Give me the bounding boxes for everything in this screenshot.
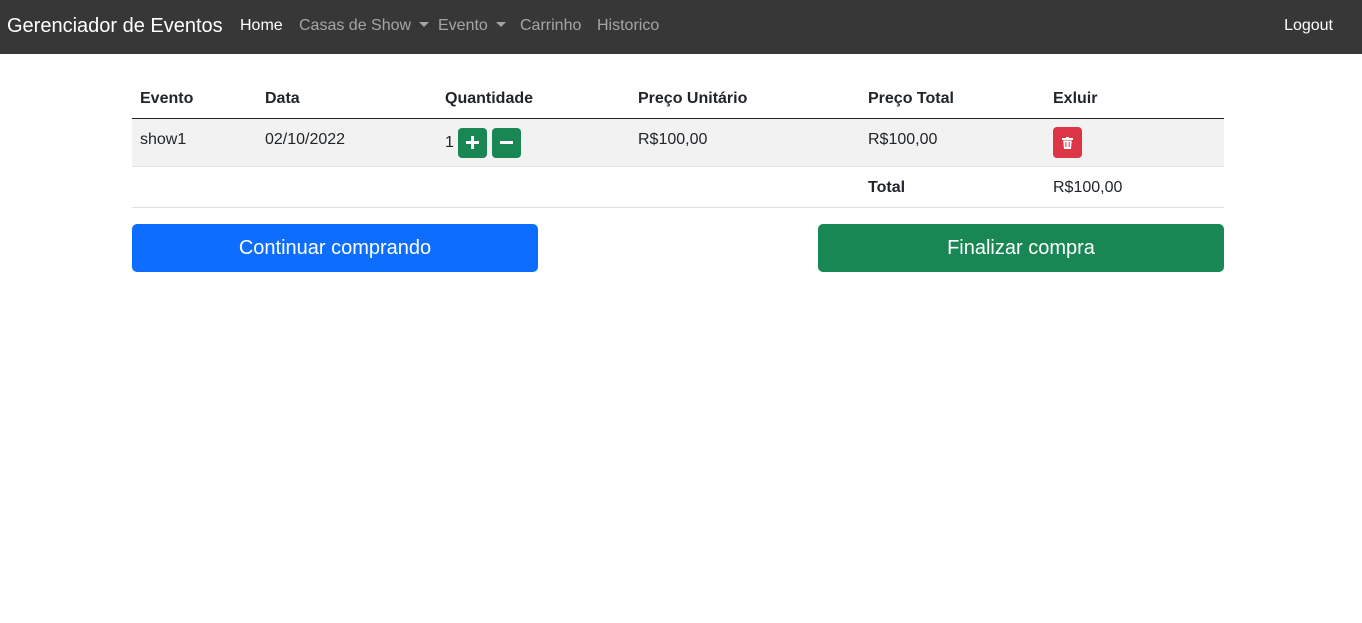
header-preco-unitario: Preço Unitário [638,90,748,107]
header-preco-total: Preço Total [868,90,954,107]
increment-button[interactable] [458,128,487,158]
item-preco-unitario: R$100,00 [638,131,708,148]
decrement-button[interactable] [492,128,521,158]
header-data: Data [265,90,300,107]
chevron-down-icon [495,22,506,27]
item-quantidade: 1 [445,134,454,151]
nav-casas-de-show-dropdown[interactable]: Casas de Show [299,17,430,35]
nav-casas-de-show-label: Casas de Show [299,17,412,34]
header-evento: Evento [140,90,194,107]
nav-historico[interactable]: Historico [597,17,659,35]
total-value: R$100,00 [1053,179,1123,196]
total-label: Total [868,179,906,196]
header-quantidade: Quantidade [445,90,534,107]
total-row: Total R$100,00 [132,167,1224,208]
delete-item-button[interactable] [1053,127,1082,158]
nav-home[interactable]: Home [240,17,283,35]
nav-evento-label: Evento [438,17,488,34]
minus-icon [500,141,513,144]
navbar: Gerenciador de Eventos Home Casas de Sho… [0,0,1362,54]
logout-link[interactable]: Logout [1284,17,1333,35]
item-preco-total: R$100,00 [868,131,938,148]
plus-icon [466,136,479,149]
finish-purchase-button[interactable]: Finalizar compra [818,224,1224,272]
item-evento: show1 [140,131,187,148]
nav-carrinho[interactable]: Carrinho [520,17,581,35]
table-row: show1 02/10/2022 1 R$100,00 R$100,00 [132,119,1224,167]
item-data: 02/10/2022 [265,131,346,148]
trash-icon [1062,137,1073,149]
nav-evento-dropdown[interactable]: Evento [438,17,506,35]
header-excluir: Exluir [1053,90,1098,107]
chevron-down-icon [419,22,430,27]
table-header-row: Evento Data Quantidade Preço Unitário Pr… [132,80,1224,119]
continue-shopping-button[interactable]: Continuar comprando [132,224,538,272]
brand-link[interactable]: Gerenciador de Eventos [7,15,223,38]
